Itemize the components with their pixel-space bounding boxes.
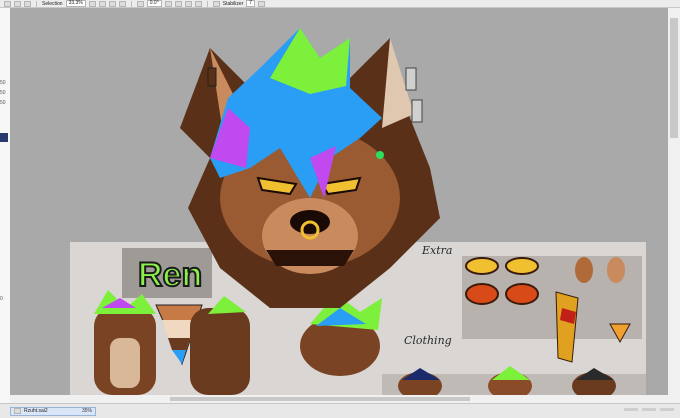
separator [206,0,208,7]
panel-value: 50 [0,90,6,96]
canvas[interactable]: Ren Extra Clothing [10,8,668,395]
rotate-right-button[interactable] [174,0,182,7]
selection-label: Selection [42,0,63,7]
document-zoom: 35% [81,408,92,414]
lasso-icon[interactable] [14,0,21,7]
eye-detail [465,257,499,275]
status-indicator [624,408,638,411]
eye-detail [505,257,539,275]
horizontal-scroll-thumb[interactable] [170,397,470,401]
stabilizer-label: Stabilizer [222,0,244,7]
color-swatch[interactable] [0,133,8,142]
rotation-field[interactable]: 0.0° [146,0,162,7]
zoom-in-button[interactable] [98,0,106,7]
pen-icon[interactable] [212,0,220,7]
clothing-label: Clothing [404,334,452,347]
artwork: Ren Extra Clothing [70,28,646,395]
figure-back [190,308,250,395]
zoom-field[interactable]: 33.3% [65,0,86,7]
stabilizer-field[interactable]: 7 [246,0,256,7]
panel-value: 50 [0,80,6,86]
panel-value: 0 [0,296,3,302]
separator [36,0,37,7]
ear-detail [575,257,593,283]
zoom-fit-button[interactable] [118,0,126,7]
name-text: Ren [138,256,202,294]
ear-detail [607,257,625,283]
vertical-scroll-thumb[interactable] [670,18,678,138]
file-icon [14,408,21,414]
panel-value: 50 [0,100,6,106]
separator [130,0,132,7]
extra-label: Extra [421,244,452,257]
vertical-scrollbar[interactable] [668,8,680,395]
status-indicators [624,408,674,411]
magic-wand-icon[interactable] [24,0,31,7]
eye-detail [505,283,539,305]
status-indicator [660,408,674,411]
eye-detail [465,283,499,305]
rotate-left-button[interactable] [164,0,172,7]
rotate-icon[interactable] [136,0,144,7]
horizontal-scrollbar[interactable] [10,395,668,403]
stabilizer-dropdown[interactable] [258,0,266,7]
rect-select-icon[interactable] [4,0,11,7]
tool-options-bar: Selection 33.3% 0.0° Stabilizer 7 [0,0,680,8]
flip-button[interactable] [194,0,202,7]
document-name: Rzuht.sai2 [24,408,48,414]
rotate-reset-button[interactable] [184,0,192,7]
zoom-reset-button[interactable] [108,0,116,7]
document-tab[interactable]: Rzuht.sai2 35% [10,406,96,416]
status-bar: Rzuht.sai2 35% [0,403,680,418]
zoom-out-button[interactable] [88,0,96,7]
status-indicator [642,408,656,411]
